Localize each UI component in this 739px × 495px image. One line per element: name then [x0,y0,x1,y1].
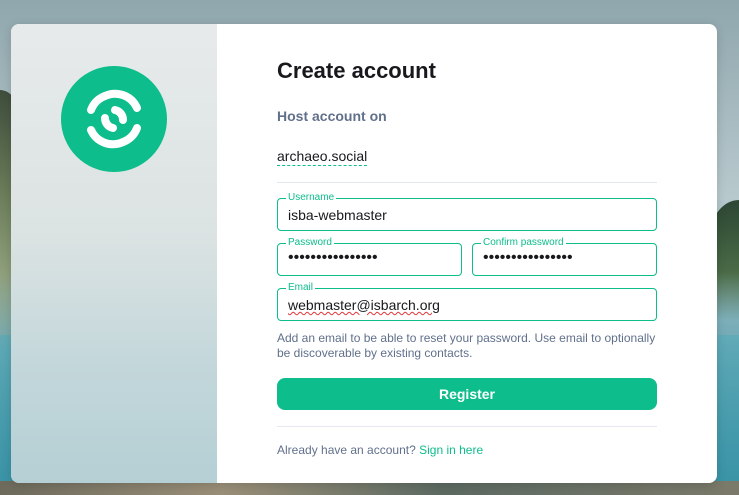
signin-prompt-text: Already have an account? [277,443,416,457]
divider-top [277,182,657,183]
password-label: Password [286,237,334,249]
side-panel [11,24,217,483]
confirm-password-label: Confirm password [481,237,566,249]
host-label: Host account on [277,108,387,124]
confirm-password-value: •••••••••••••••• [483,249,573,266]
username-value: isba-webmaster [288,207,387,223]
signin-link[interactable]: Sign in here [419,443,483,457]
email-label: Email [286,282,316,294]
email-hint: Add an email to be able to reset your pa… [277,331,656,360]
register-button[interactable]: Register [277,378,657,410]
signin-prompt: Already have an account? Sign in here [277,443,483,457]
username-field[interactable]: Username isba-webmaster [277,192,657,231]
email-value: webmaster@isbarch.org [288,297,440,313]
password-field[interactable]: Password •••••••••••••••• [277,237,462,276]
registration-form: Create account Host account on archaeo.s… [277,24,657,483]
username-label: Username [286,192,337,204]
password-value: •••••••••••••••• [288,249,378,266]
background-rocks [0,481,739,495]
page-title: Create account [277,58,436,83]
divider-bottom [277,426,657,427]
host-server-link[interactable]: archaeo.social [277,148,368,166]
element-logo-icon [61,66,167,172]
email-field[interactable]: Email webmaster@isbarch.org [277,282,657,321]
confirm-password-field[interactable]: Confirm password •••••••••••••••• [472,237,657,276]
create-account-dialog: Create account Host account on archaeo.s… [11,24,717,483]
